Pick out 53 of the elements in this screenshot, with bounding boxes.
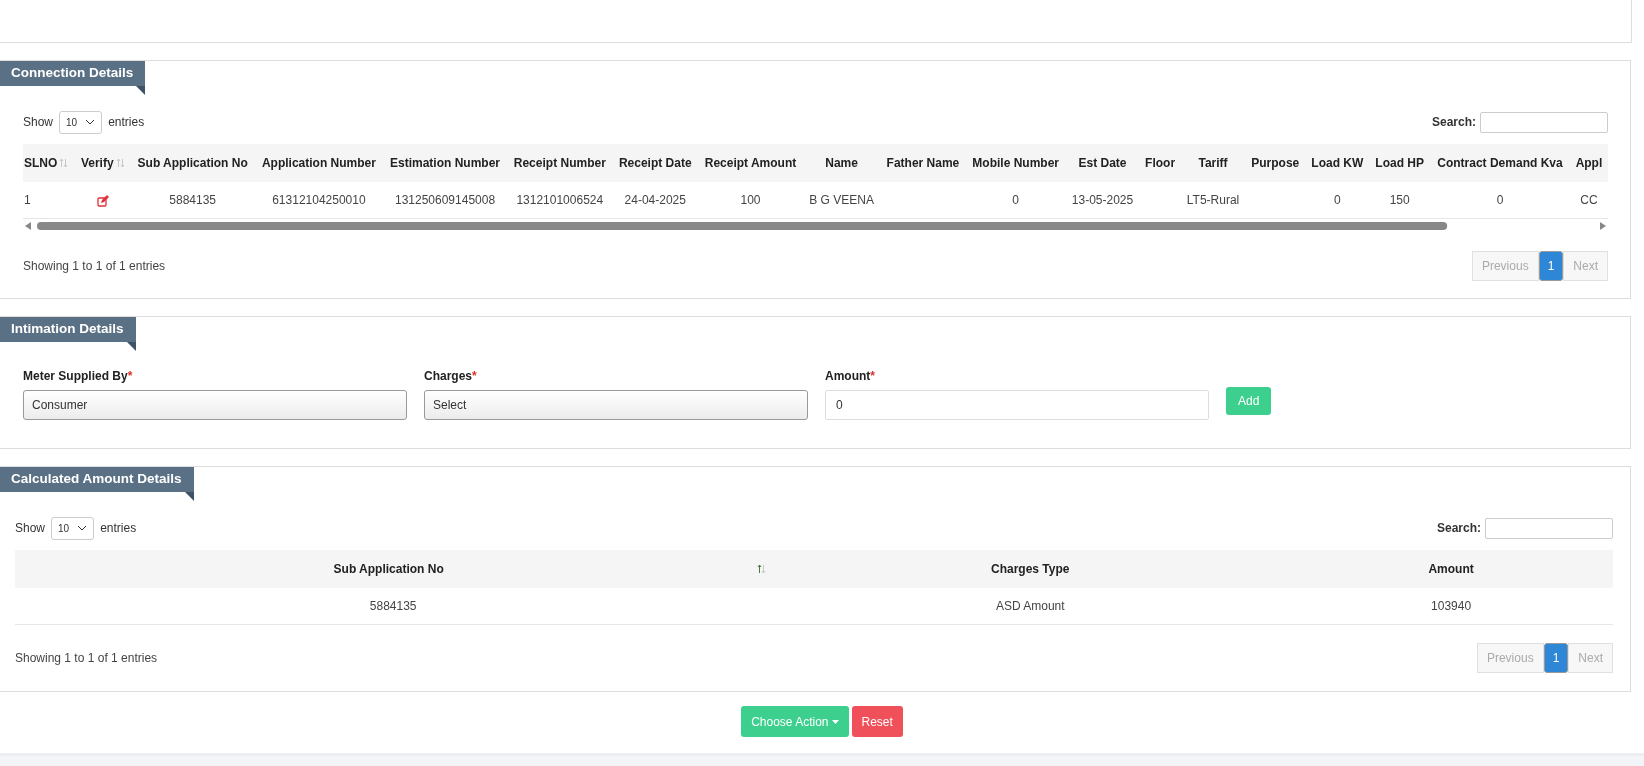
- entries-label: entries: [100, 521, 137, 535]
- table-cell: 24-04-2025: [612, 182, 698, 219]
- table-cell: 13-05-2025: [1065, 182, 1140, 219]
- column-header[interactable]: Amount: [1428, 562, 1474, 576]
- table-cell: CC: [1569, 182, 1608, 219]
- input-field[interactable]: 0: [825, 390, 1209, 420]
- field-label: Amount*: [825, 369, 876, 383]
- table-cell: ASD Amount: [771, 588, 1290, 625]
- edit-icon[interactable]: [96, 194, 109, 207]
- select-field[interactable]: Consumer: [23, 390, 407, 420]
- table-cell: 1: [23, 182, 76, 219]
- show-label: Show: [23, 115, 54, 129]
- entries-info: Showing 1 to 1 of 1 entries: [15, 651, 158, 665]
- search-label: Search:: [1436, 521, 1481, 535]
- sort-icon[interactable]: [757, 564, 767, 574]
- entries-label: entries: [108, 115, 145, 129]
- page-button[interactable]: 1: [1543, 643, 1569, 673]
- table-cell: LT5-Rural: [1180, 182, 1246, 219]
- ribbon-fold: [136, 86, 146, 95]
- field-label: Charges*: [424, 369, 478, 383]
- table-cell: 61312104250010: [254, 182, 383, 219]
- table-cell: 100: [698, 182, 803, 219]
- table-cell: 0: [1305, 182, 1370, 219]
- entries-select[interactable]: 10: [59, 110, 103, 134]
- select-field[interactable]: Select: [424, 390, 808, 420]
- table-cell: B G VEENA: [803, 182, 881, 219]
- table-cell: 5884135: [15, 588, 772, 625]
- caret-down-icon[interactable]: [831, 719, 839, 724]
- table-cell: 0: [965, 182, 1066, 219]
- chevron-down-icon[interactable]: [77, 525, 88, 531]
- horizontal-scrollbar[interactable]: [23, 219, 1608, 233]
- search-field[interactable]: [1480, 111, 1608, 133]
- entries-info: Showing 1 to 1 of 1 entries: [23, 259, 166, 273]
- column-header[interactable]: Tariff: [1198, 156, 1228, 170]
- table-cell: 0: [1430, 182, 1570, 219]
- column-header[interactable]: Sub Application No: [333, 562, 444, 576]
- reset-button[interactable]: Reset: [851, 706, 903, 737]
- column-header[interactable]: Charges Type: [991, 562, 1070, 576]
- page-button[interactable]: 1: [1538, 251, 1564, 281]
- table-cell: 5884135: [130, 182, 255, 219]
- show-label: Show: [15, 521, 46, 535]
- ribbon-fold: [184, 492, 194, 501]
- column-header[interactable]: Name: [825, 156, 858, 170]
- table-cell: 150: [1369, 182, 1430, 219]
- entries-select[interactable]: 10: [51, 516, 95, 540]
- chevron-down-icon[interactable]: [85, 119, 96, 125]
- ribbon-fold: [126, 342, 136, 351]
- table-cell: 131250609145008: [383, 182, 508, 219]
- search-label: Search:: [1431, 115, 1476, 129]
- search-field[interactable]: [1485, 517, 1613, 539]
- table-cell: 1312101006524: [507, 182, 613, 219]
- field-label: Meter Supplied By*: [23, 369, 134, 383]
- table-cell: 103940: [1289, 588, 1613, 625]
